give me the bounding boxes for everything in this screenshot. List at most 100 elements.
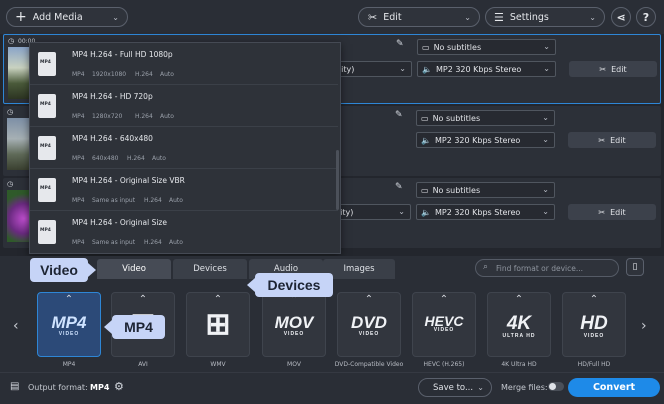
callout-pointer <box>88 263 96 277</box>
search-icon: ⌕ <box>483 262 489 272</box>
4k-logo-icon: 4K ULTRA HD <box>502 313 536 339</box>
clock-icon: ◷ <box>8 37 15 45</box>
subtitles-value: No subtitles <box>432 113 481 123</box>
format-mp4[interactable]: ⌃ MP4 VIDEO <box>37 292 101 357</box>
preset-format: MP4 <box>72 155 85 162</box>
chevron-down-icon: ⌄ <box>542 207 549 216</box>
speaker-icon: 🔈 <box>422 64 432 74</box>
format-wmv[interactable]: ⌃ ⊞ <box>186 292 250 357</box>
edit-menu-button[interactable]: ✂ Edit ⌄ <box>358 7 480 27</box>
merge-files-toggle[interactable] <box>548 382 564 391</box>
gear-icon[interactable]: ⚙ <box>114 380 124 393</box>
chevron-down-icon: ⌄ <box>589 12 596 22</box>
format-hd[interactable]: ⌃ HD VIDEO <box>562 292 626 357</box>
preset-title: MP4 H.264 - 640x480 <box>72 134 153 143</box>
hd-logo-icon: HD VIDEO <box>580 313 608 339</box>
pen-icon[interactable]: ✎ <box>396 39 404 49</box>
preset-size: 1280x720 <box>92 113 123 120</box>
tab-label: Images <box>343 264 375 274</box>
preset-item[interactable]: MP4 MP4 H.264 - Full HD 1080p MP4 1920x1… <box>30 43 338 85</box>
preset-rate: Auto <box>169 239 183 246</box>
chevron-down-icon: ⌄ <box>543 64 550 73</box>
speech-bubble-icon: ▭ <box>421 113 429 123</box>
preset-rate: Auto <box>152 155 166 162</box>
file-mp4-icon: MP4 <box>38 94 56 118</box>
convert-button[interactable]: Convert <box>568 378 660 397</box>
callout-pointer <box>104 320 112 334</box>
tools-icon: ✂ <box>599 64 607 74</box>
speaker-icon: 🔈 <box>421 135 431 145</box>
pen-icon[interactable]: ✎ <box>395 110 403 120</box>
preset-item[interactable]: MP4 MP4 H.264 - HD 720p MP4 1280x720 H.2… <box>30 85 338 127</box>
edit-label: Edit <box>383 11 402 23</box>
audio-select[interactable]: 🔈 MP2 320 Kbps Stereo ⌄ <box>416 132 555 148</box>
dropdown-scrollbar[interactable] <box>336 150 339 210</box>
merge-files-label: Merge files: <box>501 383 548 392</box>
preset-format: MP4 <box>72 197 85 204</box>
share-button[interactable]: ⋖ <box>611 7 631 27</box>
chevron-down-icon: ⌄ <box>542 113 549 122</box>
tab-images[interactable]: Images <box>323 259 395 279</box>
format-mov[interactable]: ⌃ MOV VIDEO <box>262 292 326 357</box>
chevron-up-icon: ⌃ <box>439 294 449 305</box>
save-to-button[interactable]: Save to... ⌄ <box>418 378 492 397</box>
subtitles-select[interactable]: ▭ No subtitles ⌄ <box>417 39 556 55</box>
audio-select[interactable]: 🔈 MP2 320 Kbps Stereo ⌄ <box>417 61 556 77</box>
output-format-label: Output format: <box>28 383 88 392</box>
settings-label: Settings <box>509 11 549 23</box>
hevc-logo-icon: HEVC VIDEO <box>424 313 464 333</box>
preset-codec: H.264 <box>144 197 162 204</box>
preset-title: MP4 H.264 - Full HD 1080p <box>72 50 173 59</box>
quality-select[interactable]: ality) ⌄ <box>329 204 411 220</box>
subtitles-select[interactable]: ▭ No subtitles ⌄ <box>416 110 555 126</box>
preset-item[interactable]: MP4 MP4 H.264 - Original Size MP4 Same a… <box>30 211 338 253</box>
preset-rate: Auto <box>160 71 174 78</box>
preset-size: 1920x1080 <box>92 71 127 78</box>
preset-format: MP4 <box>72 113 85 120</box>
audio-select[interactable]: 🔈 MP2 320 Kbps Stereo ⌄ <box>416 204 555 220</box>
tab-video[interactable]: Video <box>97 259 171 279</box>
speech-bubble-icon: ▭ <box>421 185 429 195</box>
save-to-label: Save to... <box>433 382 474 393</box>
subtitles-select[interactable]: ▭ No subtitles ⌄ <box>416 182 555 198</box>
scroll-right-icon[interactable]: › <box>641 318 647 334</box>
callout-devices: Devices <box>255 273 333 297</box>
edit-file-button[interactable]: ✂ Edit <box>568 132 656 148</box>
file-mp4-icon: MP4 <box>38 52 56 76</box>
tools-icon: ✂ <box>598 207 606 217</box>
tab-devices[interactable]: Devices <box>173 259 247 279</box>
help-button[interactable]: ? <box>636 7 656 27</box>
format-search-input[interactable]: ⌕ Find format or device... <box>475 259 619 277</box>
edit-file-label: Edit <box>610 207 626 217</box>
device-detect-button[interactable]: ▯ <box>626 258 644 276</box>
format-4k[interactable]: ⌃ 4K ULTRA HD <box>487 292 551 357</box>
pen-icon[interactable]: ✎ <box>395 182 403 192</box>
format-dvd[interactable]: ⌃ DVD VIDEO <box>337 292 401 357</box>
preset-size: Same as input <box>92 197 136 204</box>
search-placeholder: Find format or device... <box>496 263 584 273</box>
settings-button[interactable]: ☰ Settings ⌄ <box>485 7 605 27</box>
chevron-down-icon: ⌄ <box>542 185 549 194</box>
preset-item[interactable]: MP4 MP4 H.264 - 640x480 MP4 640x480 H.26… <box>30 127 338 169</box>
chevron-down-icon: ⌄ <box>543 42 550 51</box>
output-format-value: MP4 <box>90 383 110 392</box>
preset-codec: H.264 <box>135 113 153 120</box>
edit-file-button[interactable]: ✂ Edit <box>568 204 656 220</box>
preset-rate: Auto <box>160 113 174 120</box>
preset-title: MP4 H.264 - HD 720p <box>72 92 153 101</box>
edit-file-label: Edit <box>611 64 627 74</box>
preset-codec: H.264 <box>135 71 153 78</box>
mov-logo-icon: MOV VIDEO <box>274 313 314 337</box>
preset-format: MP4 <box>72 239 85 246</box>
add-media-button[interactable]: + Add Media ⌄ <box>6 7 128 27</box>
preset-size: Same as input <box>92 239 136 246</box>
clock-icon: ◷ <box>7 180 14 188</box>
edit-file-button[interactable]: ✂ Edit <box>569 61 657 77</box>
chevron-up-icon: ⌃ <box>64 294 74 305</box>
preset-item[interactable]: MP4 MP4 H.264 - Original Size VBR MP4 Sa… <box>30 169 338 211</box>
quality-select[interactable]: ality) ⌄ <box>330 61 412 77</box>
format-hevc[interactable]: ⌃ HEVC VIDEO <box>412 292 476 357</box>
scroll-left-icon[interactable]: ‹ <box>13 318 19 334</box>
chevron-up-icon: ⌃ <box>364 294 374 305</box>
preset-codec: H.264 <box>144 239 162 246</box>
